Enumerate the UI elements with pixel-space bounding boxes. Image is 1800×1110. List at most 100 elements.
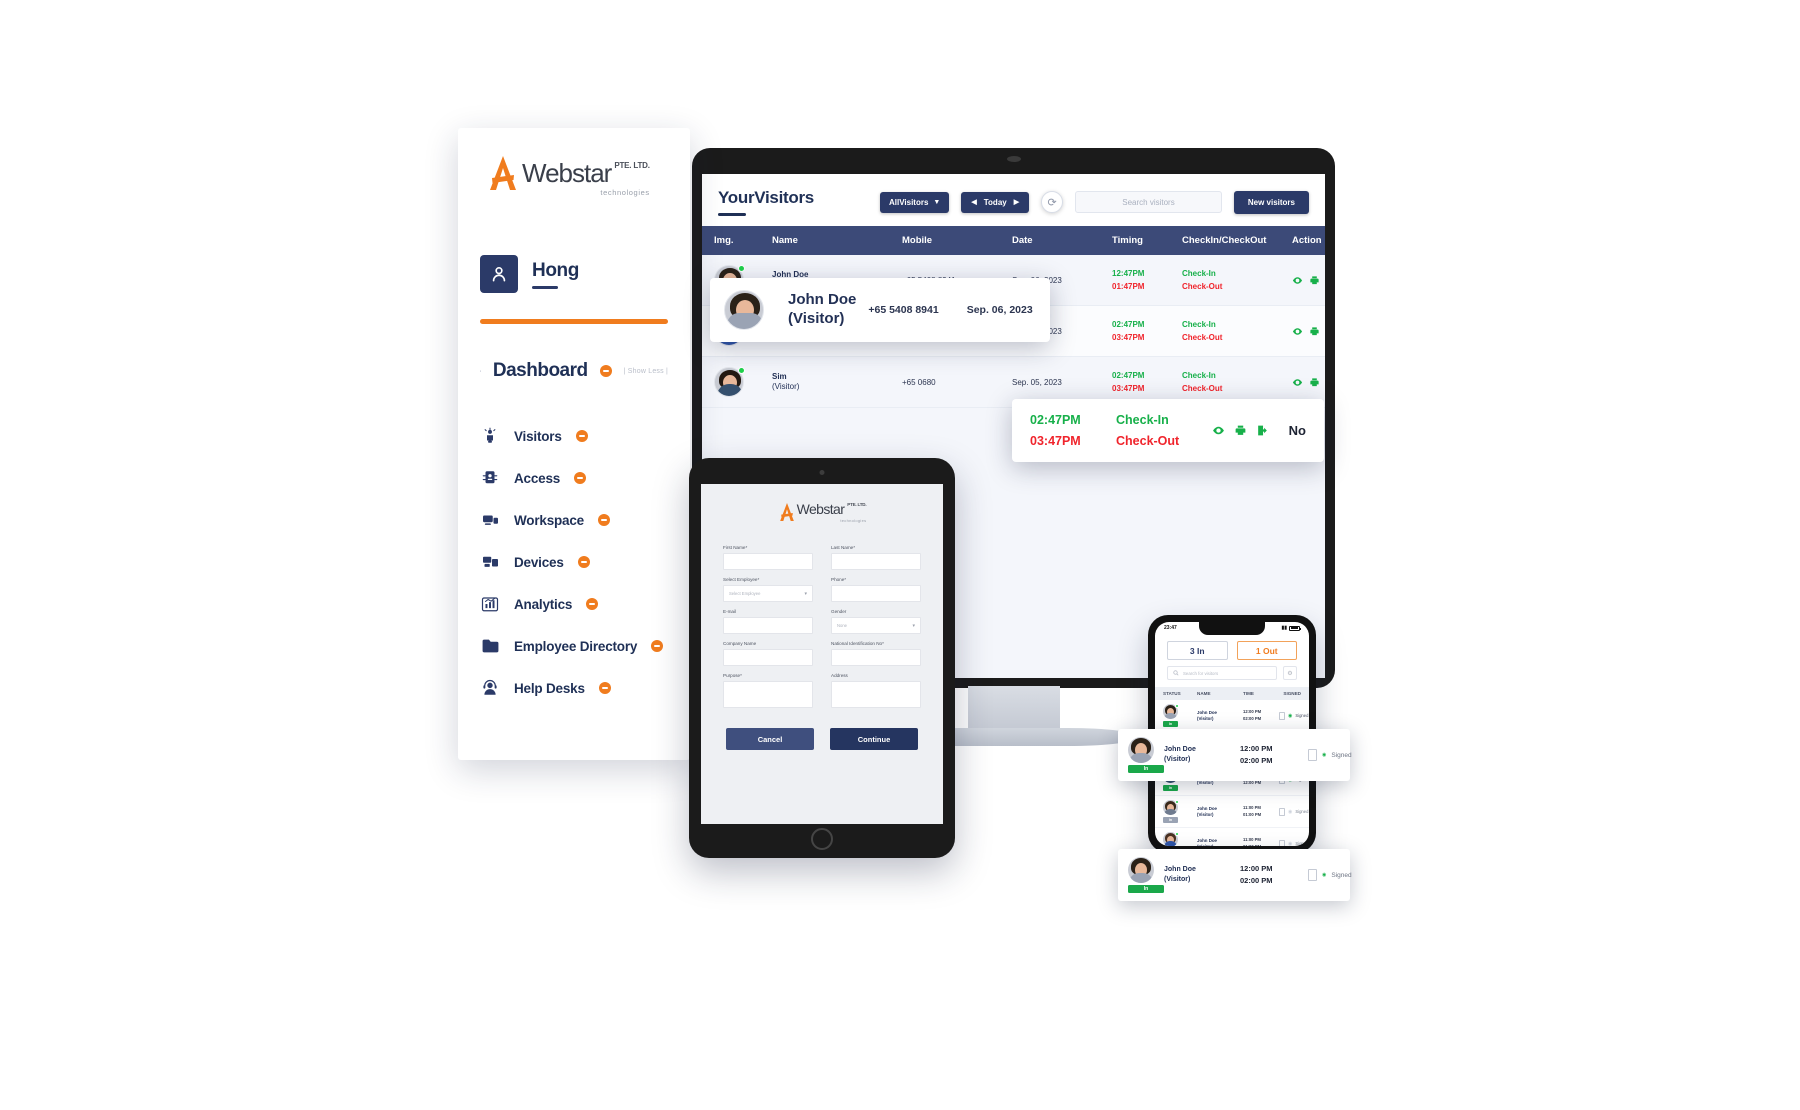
- chevron-left-icon[interactable]: ◀: [971, 198, 976, 206]
- sidebar-item-workspace[interactable]: Workspace: [480, 510, 668, 530]
- last-name-input[interactable]: [831, 553, 921, 570]
- expand-toggle-icon[interactable]: [574, 472, 587, 484]
- pin-icon: ◉: [1322, 752, 1327, 758]
- visitor-name: John Doe (Visitor): [1164, 745, 1240, 765]
- visitor-type: (Visitor): [788, 310, 845, 327]
- sidebar-item-devices[interactable]: Devices: [480, 552, 668, 572]
- check-in-label: Check-In: [1182, 371, 1216, 380]
- date-filter[interactable]: ◀ Today ▶: [961, 191, 1030, 213]
- printer-icon[interactable]: [1309, 275, 1320, 286]
- sidebar-item-analytics[interactable]: Analytics: [480, 594, 668, 614]
- filter-out-button[interactable]: 1 Out: [1236, 641, 1297, 660]
- continue-button[interactable]: Continue: [830, 728, 918, 750]
- all-visitors-filter[interactable]: AllVisitors ▼: [880, 191, 950, 213]
- check-out-label: Check-Out: [1182, 282, 1223, 291]
- signed-label: Signed: [1331, 751, 1352, 759]
- national-id-input[interactable]: [831, 649, 921, 666]
- tablet-home-button[interactable]: [811, 828, 833, 850]
- access-badge-icon: [480, 468, 500, 488]
- expand-toggle-icon[interactable]: [599, 365, 612, 377]
- gender-dropdown[interactable]: None ▾: [831, 617, 921, 634]
- filter-in-label: 3 In: [1189, 645, 1205, 656]
- printer-icon[interactable]: [1309, 377, 1320, 388]
- user-icon: [480, 255, 518, 293]
- field-label: First Name*: [723, 545, 748, 550]
- email-input[interactable]: [723, 617, 813, 634]
- printer-icon[interactable]: [1234, 424, 1247, 437]
- sidebar-item-employee-directory[interactable]: Employee Directory: [480, 636, 668, 656]
- new-visitors-button[interactable]: New visitors: [1233, 190, 1309, 214]
- expand-toggle-icon[interactable]: [577, 556, 590, 568]
- door-exit-icon[interactable]: [1256, 424, 1269, 437]
- purpose-input[interactable]: [723, 681, 813, 708]
- visitor-date: Sep. 06, 2023: [966, 304, 1033, 316]
- check-out-label: Check-Out: [1182, 384, 1223, 393]
- visitor-time: 11:00 PM 01:00 PM: [1243, 805, 1279, 818]
- sidebar-item-access[interactable]: Access: [480, 468, 668, 488]
- col-mobile: Mobile: [902, 235, 933, 246]
- check-out-label: Check-Out: [1182, 333, 1223, 342]
- list-item[interactable]: In John Doe (Visitor) 12:00 PM 02:00 PM …: [1155, 700, 1309, 732]
- sidebar-item-dashboard[interactable]: Dashboard | Show Less |: [480, 360, 668, 382]
- phone-input[interactable]: [831, 585, 921, 602]
- eye-icon[interactable]: [1212, 424, 1225, 437]
- online-status-dot: [1175, 704, 1179, 708]
- list-item[interactable]: In John Doe (Visitor) 11:00 PM 01:00 PM …: [1155, 796, 1309, 828]
- address-input[interactable]: [831, 681, 921, 708]
- title-underline: [718, 213, 746, 216]
- signed-status: ◉ Signed: [1279, 839, 1308, 847]
- chevron-right-icon[interactable]: ▶: [1014, 198, 1019, 206]
- signed-status: ◉ Signed: [1308, 749, 1352, 761]
- eye-icon[interactable]: [1292, 275, 1303, 286]
- eye-icon[interactable]: [1292, 326, 1303, 337]
- show-less-link[interactable]: | Show Less |: [624, 368, 668, 375]
- time-in: 12:00 PM: [1240, 864, 1273, 873]
- printer-icon[interactable]: [1309, 326, 1320, 337]
- brand-logo: Webstar PTE. LTD. technologies: [723, 502, 921, 523]
- all-visitors-label: AllVisitors: [889, 197, 929, 207]
- sidebar-item-label: Access: [514, 470, 561, 486]
- pin-icon: ◉: [1288, 840, 1293, 847]
- expand-toggle-icon[interactable]: [575, 430, 588, 442]
- sidebar-item-label: Help Desks: [514, 680, 585, 696]
- check-in-label: Check-In: [1182, 269, 1216, 278]
- field-label: Purpose*: [723, 673, 742, 678]
- chevron-down-icon: ▼: [933, 198, 941, 206]
- accent-divider: [480, 319, 668, 324]
- continue-label: Continue: [857, 734, 891, 744]
- refresh-icon[interactable]: ⟳: [1041, 191, 1064, 213]
- filter-out-label: 1 Out: [1255, 645, 1278, 656]
- sidebar-user[interactable]: Hong: [480, 255, 668, 293]
- list-item[interactable]: In John Doe (Visitor) 11:00 PM 01:00 PM …: [1155, 828, 1309, 846]
- expand-toggle-icon[interactable]: [598, 682, 611, 694]
- company-name-input[interactable]: [723, 649, 813, 666]
- cancel-label: Cancel: [757, 734, 783, 744]
- cancel-button[interactable]: Cancel: [726, 728, 814, 750]
- expand-toggle-icon[interactable]: [586, 598, 599, 610]
- search-input[interactable]: Search visitors: [1075, 191, 1222, 213]
- expand-toggle-icon[interactable]: [598, 514, 610, 526]
- eye-icon[interactable]: [1292, 377, 1303, 388]
- row-actions: [1292, 377, 1325, 388]
- filter-in-button[interactable]: 3 In: [1167, 641, 1228, 660]
- sidebar-item-visitors[interactable]: Visitors: [480, 426, 668, 446]
- first-name-input[interactable]: [723, 553, 813, 570]
- checkin-column: Check-In Check-Out: [1116, 413, 1212, 448]
- avatar: In: [1163, 832, 1179, 846]
- col-status: STATUS: [1163, 691, 1181, 696]
- brand-suffix: PTE. LTD.: [614, 161, 650, 170]
- sidebar-item-label: Analytics: [514, 596, 573, 612]
- visitor-mobile: +65 0680: [902, 377, 936, 387]
- status-badge: In: [1128, 885, 1164, 893]
- visitor-time: 12:00 PM 02:00 PM: [1243, 709, 1279, 722]
- brand-name: Webstar: [522, 158, 612, 188]
- expand-toggle-icon[interactable]: [651, 640, 664, 652]
- app-header: YourVisitors AllVisitors ▼ ◀ Today ▶ ⟳ S…: [702, 174, 1325, 226]
- field-label: E-mail: [723, 609, 737, 614]
- sidebar-item-label: Visitors: [514, 428, 562, 444]
- sidebar-item-help-desks[interactable]: Help Desks: [480, 678, 668, 698]
- search-input[interactable]: Search for visitors: [1167, 666, 1277, 680]
- status-indicators: ▮▮: [1281, 625, 1301, 631]
- select-employee-dropdown[interactable]: Select Employee ▾: [723, 585, 813, 602]
- gear-icon[interactable]: ⚙: [1283, 666, 1297, 680]
